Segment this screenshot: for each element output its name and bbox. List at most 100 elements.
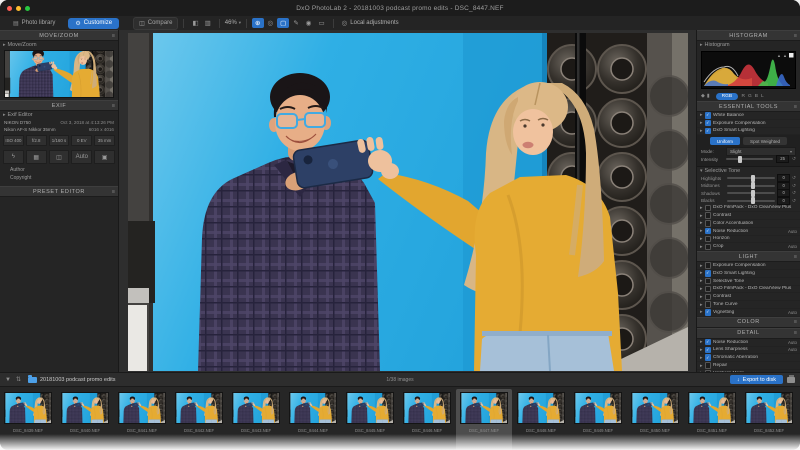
tool-checkbox[interactable]: ✓ — [705, 354, 712, 361]
local-adjustments-icon[interactable]: ◎ — [339, 18, 351, 28]
tool-checkbox[interactable]: ✓ — [705, 347, 712, 354]
thumbnail-image[interactable] — [403, 392, 451, 424]
exif-chip[interactable]: 35 mm — [94, 135, 115, 146]
filmstrip-thumbnail[interactable]: DSC_8451.NEF — [684, 389, 740, 450]
exif-chip[interactable]: 1/160 s — [49, 135, 70, 146]
tool-row[interactable]: ▸ ✓ DxO Smart Lighting — [697, 270, 800, 278]
preset-editor-header[interactable]: PRESET EDITOR ≡ — [0, 186, 118, 197]
filmstrip-thumbnail[interactable]: DSC_8443.NEF — [228, 389, 284, 450]
tool-checkbox[interactable]: ✓ — [705, 301, 712, 308]
main-photo[interactable] — [128, 33, 688, 371]
navigator-thumbnail[interactable] — [4, 50, 114, 98]
slider-track[interactable] — [727, 177, 775, 179]
uniform-button[interactable]: Uniform — [710, 137, 740, 145]
move-zoom-row[interactable]: ▸ Move/Zoom — [0, 41, 118, 49]
exif-chip[interactable]: f/2.8 — [26, 135, 47, 146]
tool-row[interactable]: ▸ ✓ DxO FilmPack - DxO ClearView Plus — [697, 204, 800, 212]
tool-row[interactable]: ▸ ✓ Color Accentuation — [697, 220, 800, 228]
tool-checkbox[interactable]: ✓ — [705, 286, 712, 293]
copyright-field[interactable]: Copyright — [0, 174, 118, 182]
detail-section-header[interactable]: DETAIL ≡ — [697, 328, 800, 339]
slider-thumb[interactable] — [751, 190, 755, 197]
thumbnail-image[interactable] — [346, 392, 394, 424]
exif-chip[interactable]: 0 EV — [71, 135, 92, 146]
tab-photo-library[interactable]: ▤ Photo library — [6, 18, 62, 29]
tool-checkbox[interactable]: ✓ — [705, 362, 712, 369]
channel-letter-button[interactable]: G — [747, 94, 754, 99]
filmstrip-thumbnail[interactable]: DSC_8446.NEF — [399, 389, 455, 450]
tool-row[interactable]: ▸ ✓ Contrast — [697, 212, 800, 220]
menu-icon[interactable]: ≡ — [794, 330, 797, 336]
reset-icon[interactable]: ↺ — [792, 156, 796, 162]
tool-row[interactable]: ▸ ✓ Exposure Compensation — [697, 262, 800, 270]
author-field[interactable]: Author — [0, 166, 118, 174]
exif-icon-chip[interactable]: ▦ — [26, 150, 47, 164]
tool-row[interactable]: ▸ ✓ White Balance — [697, 112, 800, 120]
slider-thumb[interactable] — [738, 156, 742, 163]
tool-checkbox[interactable]: ✓ — [705, 270, 712, 277]
tool-row[interactable]: ▸ ✓ Crop Auto — [697, 243, 800, 251]
exif-chip[interactable]: ISO 400 — [3, 135, 24, 146]
tool-row[interactable]: ▸ ✓ Noise Reduction Auto — [697, 339, 800, 347]
filmstrip-thumbnail[interactable]: DSC_8444.NEF — [285, 389, 341, 450]
thumbnail-image[interactable] — [688, 392, 736, 424]
print-icon[interactable] — [787, 377, 795, 383]
grid-view-icon[interactable]: ▥ — [202, 18, 214, 28]
filmstrip-thumbnail[interactable]: DSC_8448.NEF — [513, 389, 569, 450]
thumbnail-image[interactable] — [175, 392, 223, 424]
menu-icon[interactable]: ≡ — [112, 103, 115, 109]
tool-icon[interactable]: ▢ — [277, 18, 289, 28]
slider-track[interactable] — [727, 185, 775, 187]
menu-icon[interactable]: ≡ — [112, 189, 115, 195]
color-section-header[interactable]: COLOR ≡ — [697, 317, 800, 328]
tool-icon[interactable]: ◉ — [303, 18, 315, 28]
tool-checkbox[interactable]: ✓ — [705, 228, 712, 235]
split-view-icon[interactable]: ◧ — [189, 18, 201, 28]
tool-row[interactable]: ▸ ✓ Chromatic Aberration — [697, 354, 800, 362]
channel-letter-button[interactable]: L — [759, 94, 765, 99]
thumbnail-image[interactable] — [232, 392, 280, 424]
thumbnail-image[interactable] — [517, 392, 565, 424]
filmstrip-thumbnail[interactable]: DSC_8442.NEF — [171, 389, 227, 450]
exif-icon-chip[interactable]: ◫ — [49, 150, 70, 164]
tool-row[interactable]: ▸ ✓ Lens Sharpness Auto — [697, 347, 800, 355]
thumbnail-image[interactable] — [631, 392, 679, 424]
tool-row[interactable]: ▸ ✓ DxO Smart Lighting — [697, 128, 800, 136]
reset-icon[interactable]: ↺ — [792, 190, 796, 196]
tool-checkbox[interactable]: ✓ — [705, 112, 712, 119]
tool-checkbox[interactable]: ✓ — [705, 236, 712, 243]
tool-row[interactable]: ▸ ✓ Noise Reduction Auto — [697, 228, 800, 236]
histogram-header[interactable]: HISTOGRAM ≡ — [697, 30, 800, 41]
eyedropper-icon[interactable]: ◆ — [701, 93, 705, 99]
tool-icon[interactable]: ▭ — [315, 18, 327, 28]
tool-icon[interactable]: ⊕ — [252, 18, 263, 28]
slider-thumb[interactable] — [751, 197, 755, 204]
light-section-header[interactable]: LIGHT ≡ — [697, 251, 800, 262]
tool-checkbox[interactable]: ✓ — [705, 294, 712, 301]
slider-track[interactable] — [727, 192, 775, 194]
tool-checkbox[interactable]: ✓ — [705, 212, 712, 219]
tool-checkbox[interactable]: ✓ — [705, 309, 712, 316]
thumbnail-image[interactable] — [118, 392, 166, 424]
tool-checkbox[interactable]: ✓ — [705, 120, 712, 127]
thumbnail-image[interactable] — [460, 392, 508, 424]
intensity-value[interactable]: 25 — [776, 155, 789, 163]
tool-icon[interactable]: ◎ — [265, 18, 277, 28]
exif-header[interactable]: EXIF ≡ — [0, 100, 118, 111]
tool-row[interactable]: ▸ ✓ Tone Curve — [697, 301, 800, 309]
mode-dropdown[interactable]: Slight ▾ — [726, 147, 796, 156]
exif-icon-chip[interactable]: ϟ — [3, 150, 24, 164]
tool-row[interactable]: ▸ ✓ Vignetting Auto — [697, 309, 800, 317]
tool-row[interactable]: ▸ ✓ Contrast — [697, 293, 800, 301]
essential-tools-header[interactable]: ESSENTIAL TOOLS ≡ — [697, 101, 800, 112]
thumbnail-image[interactable] — [574, 392, 622, 424]
tool-checkbox[interactable]: ✓ — [705, 128, 712, 135]
menu-icon[interactable]: ≡ — [794, 319, 797, 325]
filmstrip-thumbnail[interactable]: DSC_8450.NEF — [627, 389, 683, 450]
menu-icon[interactable]: ≡ — [794, 33, 797, 39]
spot-weighted-button[interactable]: Spot Weighted — [743, 137, 787, 145]
tool-row[interactable]: ▸ ✓ Repair — [697, 362, 800, 370]
slider-thumb[interactable] — [751, 175, 755, 182]
thumbnail-image[interactable] — [61, 392, 109, 424]
tool-checkbox[interactable]: ✓ — [705, 278, 712, 285]
